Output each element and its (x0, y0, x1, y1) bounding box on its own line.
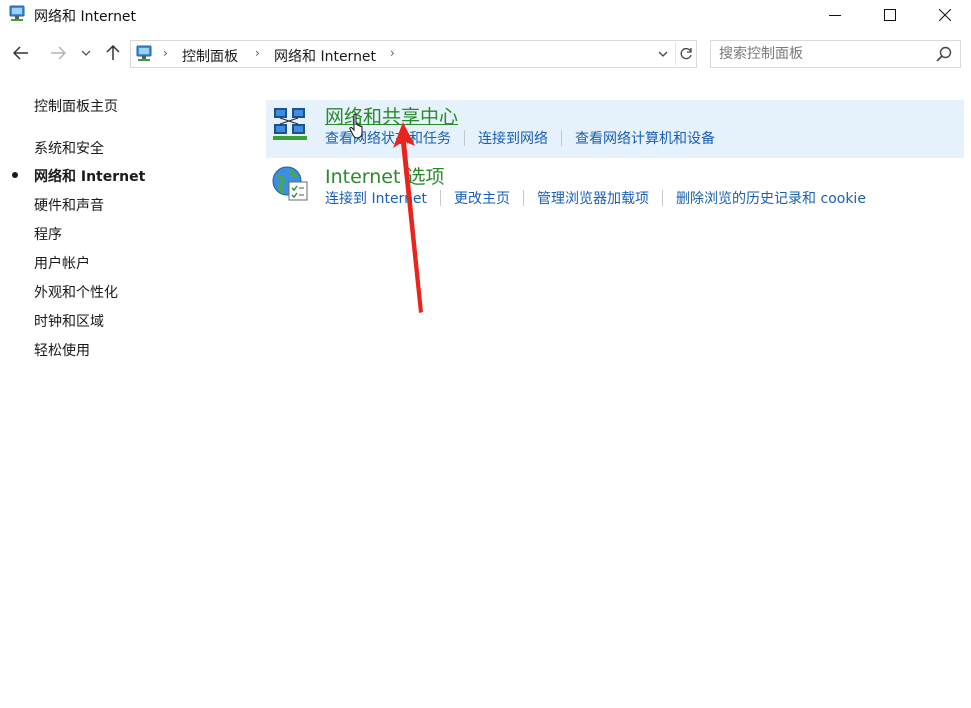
close-icon (939, 9, 951, 21)
sidebar-item-appearance[interactable]: 外观和个性化 (34, 282, 118, 302)
refresh-button[interactable] (675, 43, 695, 65)
chevron-down-icon (658, 51, 668, 57)
back-button[interactable] (10, 42, 32, 64)
breadcrumb-separator-icon[interactable]: › (255, 46, 260, 60)
category-internet-options[interactable]: Internet 选项 连接到 Internet 更改主页 管理浏览器加载项 删… (266, 160, 964, 218)
window-title: 网络和 Internet (34, 9, 137, 25)
connect-to-internet-link[interactable]: 连接到 Internet (325, 188, 427, 208)
link-divider (440, 190, 442, 206)
navigation-bar: › 控制面板 › 网络和 Internet › (0, 38, 971, 70)
view-network-status-link[interactable]: 查看网络状态和任务 (325, 128, 451, 148)
refresh-icon (680, 47, 692, 60)
breadcrumb-control-panel[interactable]: 控制面板 (182, 46, 238, 66)
control-panel-window: 网络和 Internet › 控制面板 › 网络和 Internet › 搜索控… (0, 0, 971, 708)
sidebar-item-hardware-sound[interactable]: 硬件和声音 (34, 195, 104, 215)
sidebar-item-user-accounts[interactable]: 用户帐户 (34, 253, 90, 273)
internet-options-links: 连接到 Internet 更改主页 管理浏览器加载项 删除浏览的历史记录和 co… (325, 188, 866, 208)
link-divider (523, 190, 525, 206)
back-arrow-icon (13, 46, 28, 60)
connect-to-network-link[interactable]: 连接到网络 (478, 128, 548, 148)
forward-arrow-icon (51, 46, 66, 60)
breadcrumb-separator-icon[interactable]: › (163, 46, 168, 60)
up-button[interactable] (102, 42, 124, 64)
title-bar: 网络和 Internet (0, 0, 971, 30)
change-homepage-link[interactable]: 更改主页 (454, 188, 510, 208)
control-panel-icon (136, 45, 152, 61)
breadcrumb-separator-icon[interactable]: › (390, 46, 395, 60)
sidebar-item-control-panel-home[interactable]: 控制面板主页 (34, 96, 118, 116)
network-sharing-links: 查看网络状态和任务 连接到网络 查看网络计算机和设备 (325, 128, 715, 148)
address-history-button[interactable] (653, 43, 673, 65)
internet-options-icon (272, 166, 308, 201)
link-divider (662, 190, 664, 206)
address-bar[interactable]: › 控制面板 › 网络和 Internet › (130, 40, 697, 68)
delete-browsing-history-link[interactable]: 删除浏览的历史记录和 cookie (676, 188, 866, 208)
link-divider (561, 130, 562, 146)
sidebar-item-ease-of-access[interactable]: 轻松使用 (34, 340, 90, 360)
network-app-icon (9, 5, 25, 21)
sidebar-item-programs[interactable]: 程序 (34, 224, 62, 244)
category-network-sharing[interactable]: 网络和共享中心 查看网络状态和任务 连接到网络 查看网络计算机和设备 (266, 100, 964, 158)
network-sharing-center-link[interactable]: 网络和共享中心 (325, 102, 458, 129)
maximize-icon (884, 9, 896, 21)
sidebar-item-clock-region[interactable]: 时钟和区域 (34, 311, 104, 331)
recent-locations-button[interactable] (78, 42, 94, 64)
minimize-icon (829, 15, 841, 16)
search-box[interactable] (710, 40, 961, 68)
search-input[interactable] (719, 44, 929, 64)
chevron-down-icon (81, 50, 91, 56)
sidebar-item-system-security[interactable]: 系统和安全 (34, 138, 104, 158)
network-sharing-icon (273, 108, 307, 140)
search-icon[interactable] (936, 46, 952, 62)
manage-addons-link[interactable]: 管理浏览器加载项 (537, 188, 649, 208)
internet-options-link[interactable]: Internet 选项 (325, 162, 444, 189)
minimize-button[interactable] (809, 0, 861, 30)
breadcrumb-network-internet[interactable]: 网络和 Internet (274, 46, 376, 66)
forward-button[interactable] (47, 42, 69, 64)
sidebar-item-network-internet[interactable]: 网络和 Internet (34, 166, 145, 186)
active-bullet-icon (12, 172, 18, 178)
close-button[interactable] (919, 0, 971, 30)
link-divider (464, 130, 465, 146)
view-network-computers-link[interactable]: 查看网络计算机和设备 (575, 128, 715, 148)
hand-cursor-icon (349, 113, 363, 139)
maximize-button[interactable] (864, 0, 916, 30)
up-arrow-icon (106, 45, 120, 60)
